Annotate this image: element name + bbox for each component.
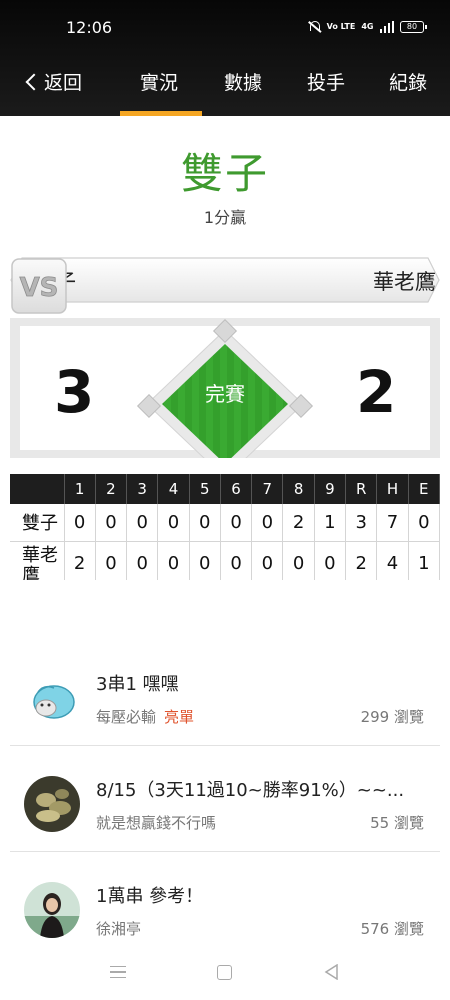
post-item[interactable]: 3串1 嘿嘿 每壓必輸 亮單 299 瀏覽	[10, 640, 440, 746]
top-header: 12:06 Vo LTE 4G 80 返回 實況 數據 投手 紀錄	[0, 0, 450, 116]
post-title[interactable]: 8/15（3天11過10~勝率91%）~~...	[96, 776, 404, 802]
linescore-row-home: 華老鷹 2 0 0 0 0 0 0 0 0 2 4 1	[10, 541, 440, 580]
seal-mascot-icon[interactable]	[24, 670, 80, 726]
network-type: 4G	[361, 22, 374, 31]
signal-icon	[379, 21, 394, 33]
inning-cell: 0	[189, 504, 221, 542]
header-cell: E	[408, 474, 440, 504]
volte-icon: Vo LTE	[326, 22, 356, 31]
header-cell	[10, 474, 65, 504]
runs-cell: 2	[345, 541, 378, 580]
tab-records[interactable]: 紀錄	[389, 68, 427, 95]
inning-cell: 0	[220, 541, 253, 580]
post-author[interactable]: 徐湘亭	[96, 918, 141, 939]
linescore-header-row: 1 2 3 4 5 6 7 8 9 R H E	[10, 474, 440, 504]
menu-icon[interactable]	[110, 966, 126, 978]
linescore-container: 1 2 3 4 5 6 7 8 9 R H E 雙子 0 0 0 0 0 0 0…	[10, 474, 440, 580]
inning-cell: 0	[157, 504, 190, 542]
inning-cell: 0	[157, 541, 190, 580]
header-cell: 7	[251, 474, 284, 504]
inning-cell: 0	[220, 504, 253, 542]
team-cell: 華老鷹	[10, 541, 65, 580]
post-views: 576 瀏覽	[360, 920, 424, 938]
system-nav-bar	[0, 950, 450, 1000]
post-item[interactable]: 8/15（3天11過10~勝率91%）~~... 就是想贏錢不行嗎 55 瀏覽	[10, 746, 440, 852]
inning-cell: 0	[64, 504, 96, 542]
inning-cell: 2	[282, 504, 315, 542]
inning-cell: 0	[251, 541, 284, 580]
linescore-table: 1 2 3 4 5 6 7 8 9 R H E 雙子 0 0 0 0 0 0 0…	[10, 474, 440, 580]
top-nav: 返回 實況 數據 投手 紀錄	[0, 56, 450, 116]
inning-cell: 0	[189, 541, 221, 580]
home-score: 2	[356, 358, 397, 426]
tab-stats[interactable]: 數據	[224, 68, 262, 95]
header-cell: 1	[64, 474, 96, 504]
header-cell: 5	[189, 474, 221, 504]
vs-badge-icon: VS	[11, 258, 67, 314]
person-avatar-icon[interactable]	[24, 882, 80, 938]
away-score: 3	[54, 358, 95, 426]
post-title[interactable]: 3串1 嘿嘿	[96, 670, 179, 696]
post-views: 55 瀏覽	[370, 814, 424, 832]
header-cell: 8	[282, 474, 315, 504]
inning-cell: 0	[282, 541, 315, 580]
header-cell: 4	[157, 474, 190, 504]
post-author: 每壓必輸 亮單	[96, 706, 194, 727]
header-cell: 9	[314, 474, 347, 504]
active-tab-indicator	[120, 111, 202, 116]
back-label: 返回	[44, 72, 83, 94]
win-margin: 1分贏	[203, 208, 247, 227]
hits-cell: 4	[376, 541, 409, 580]
vs-text: VS	[20, 273, 59, 303]
back-button[interactable]: 返回	[22, 68, 82, 95]
winner-team: 雙子	[180, 149, 269, 198]
header-cell: H	[376, 474, 409, 504]
inning-cell: 0	[126, 541, 159, 580]
home-team-name: 華老鷹	[373, 270, 436, 294]
linescore-row-away: 雙子 0 0 0 0 0 0 0 2 1 3 7 0	[10, 504, 440, 542]
inning-cell: 0	[314, 541, 347, 580]
post-author[interactable]: 就是想贏錢不行嗎	[96, 812, 216, 833]
inning-cell: 0	[95, 541, 128, 580]
back-icon[interactable]	[324, 964, 338, 980]
game-status: 完賽	[205, 382, 245, 406]
header-cell: 2	[95, 474, 128, 504]
header-cell: R	[345, 474, 378, 504]
tab-live[interactable]: 實況	[140, 68, 178, 95]
mute-icon	[307, 20, 321, 34]
score-field: 完賽 3 2	[10, 318, 440, 458]
errors-cell: 0	[408, 504, 440, 542]
chevron-left-icon	[25, 73, 43, 90]
errors-cell: 1	[408, 541, 440, 580]
team-cell: 雙子	[10, 504, 65, 542]
post-item[interactable]: 1萬串 參考！ 徐湘亭 576 瀏覽	[10, 852, 440, 958]
battery-icon: 80	[400, 21, 427, 33]
inning-cell: 0	[251, 504, 284, 542]
header-cell: 6	[220, 474, 253, 504]
inning-cell: 1	[314, 504, 347, 542]
home-icon[interactable]	[217, 965, 232, 980]
runs-cell: 3	[345, 504, 378, 542]
post-views: 299 瀏覽	[360, 708, 424, 726]
photo-avatar-icon[interactable]	[24, 776, 80, 832]
post-title[interactable]: 1萬串 參考！	[96, 882, 203, 908]
status-time: 12:06	[66, 18, 113, 37]
tab-pitchers[interactable]: 投手	[307, 68, 345, 95]
post-tag: 亮單	[164, 708, 195, 726]
status-bar: 12:06 Vo LTE 4G 80	[0, 0, 450, 56]
inning-cell: 0	[95, 504, 128, 542]
author-name[interactable]: 每壓必輸	[96, 708, 156, 726]
inning-cell: 2	[64, 541, 96, 580]
hits-cell: 7	[376, 504, 409, 542]
status-icons: Vo LTE 4G 80	[307, 20, 427, 34]
header-cell: 3	[126, 474, 159, 504]
team-matchup-bar: 雙子 華老鷹 VS	[10, 257, 440, 314]
inning-cell: 0	[126, 504, 159, 542]
